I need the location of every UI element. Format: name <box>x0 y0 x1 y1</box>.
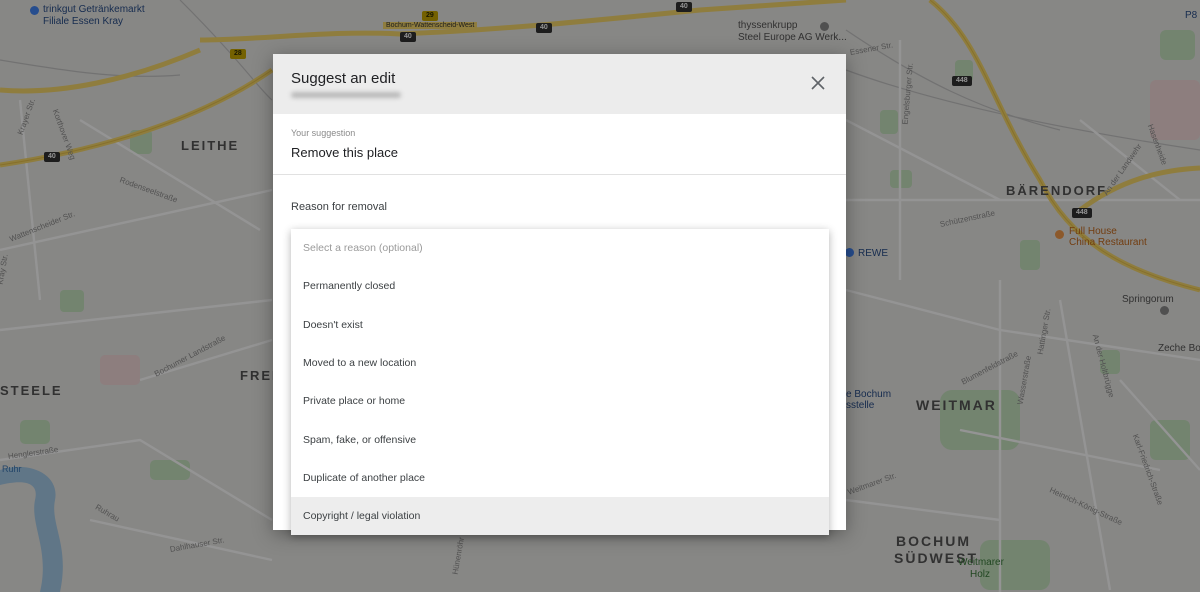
suggestion-block: Your suggestion Remove this place <box>291 128 398 160</box>
place-name-redacted <box>291 92 401 98</box>
dialog-title: Suggest an edit <box>291 70 396 87</box>
option-duplicate[interactable]: Duplicate of another place <box>291 459 829 497</box>
dialog-header: Suggest an edit <box>273 54 846 114</box>
option-copyright[interactable]: Copyright / legal violation <box>291 497 829 536</box>
dropdown-placeholder[interactable]: Select a reason (optional) <box>291 229 829 267</box>
close-icon <box>811 76 825 90</box>
option-permanently-closed[interactable]: Permanently closed <box>291 267 829 305</box>
option-moved[interactable]: Moved to a new location <box>291 344 829 382</box>
suggestion-label: Your suggestion <box>291 128 356 138</box>
reason-dropdown[interactable]: Select a reason (optional) Permanently c… <box>291 229 829 536</box>
option-spam[interactable]: Spam, fake, or offensive <box>291 420 829 458</box>
suggestion-value: Remove this place <box>291 145 398 160</box>
close-button[interactable] <box>806 71 830 95</box>
divider <box>273 174 846 175</box>
option-doesnt-exist[interactable]: Doesn't exist <box>291 306 829 344</box>
reason-label: Reason for removal <box>291 201 387 213</box>
option-private-place[interactable]: Private place or home <box>291 382 829 420</box>
